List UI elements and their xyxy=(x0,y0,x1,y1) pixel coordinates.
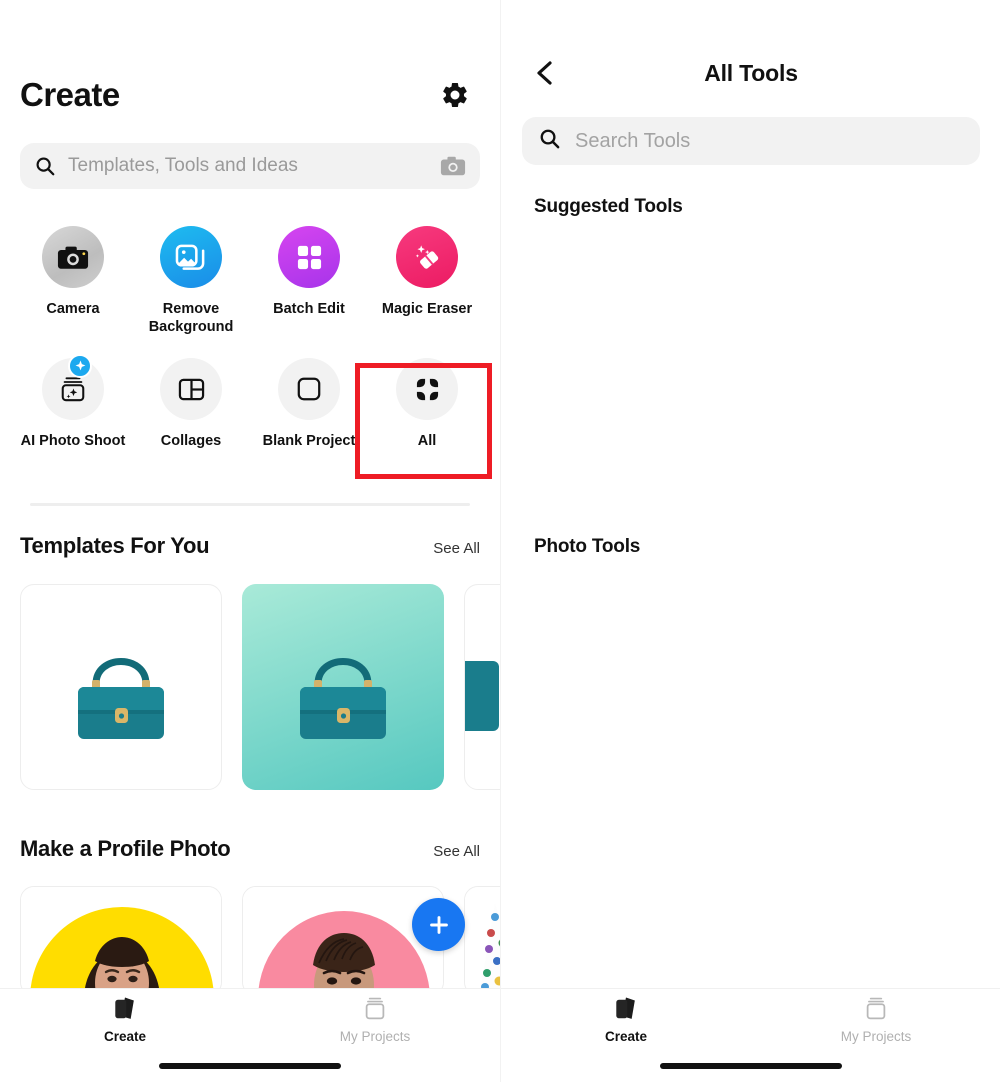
app-screen: Create Templates, Tools and Ideas Camera… xyxy=(0,0,1000,1082)
camera-tool-icon xyxy=(42,226,104,288)
profile-portrait-yellow xyxy=(21,887,221,995)
ai-photo-shoot-icon xyxy=(42,354,104,420)
section-divider xyxy=(30,503,470,506)
tool-remove-background[interactable]: Remove Background xyxy=(132,226,250,336)
tool-camera[interactable]: Camera xyxy=(14,226,132,336)
section-title: Make a Profile Photo xyxy=(20,836,231,861)
section-title: Templates For You xyxy=(20,533,210,558)
search-icon xyxy=(538,127,561,155)
grid-four-squares-icon xyxy=(278,226,340,288)
projects-box-icon xyxy=(866,997,886,1020)
see-all-link[interactable]: See All xyxy=(433,843,480,860)
quick-tools-row-1: Camera Remove Background Batch Edit Magi… xyxy=(14,226,486,336)
nav-item-create[interactable]: Create xyxy=(501,989,751,1051)
nav-label: My Projects xyxy=(339,1029,411,1044)
photos-stack-icon xyxy=(160,226,222,288)
tool-blank-project[interactable]: Blank Project xyxy=(250,358,368,450)
handbag-art xyxy=(78,658,164,740)
tool-label: Camera xyxy=(46,301,100,317)
tool-label: Collages xyxy=(160,433,222,449)
nav-item-my-projects[interactable]: My Projects xyxy=(250,989,500,1051)
add-project-fab[interactable] xyxy=(412,898,465,951)
all-tools-panel: All Tools Search Tools Suggested Tools P… xyxy=(500,0,1000,1082)
plus-icon xyxy=(429,915,448,934)
eraser-sparkle-icon xyxy=(396,226,458,288)
home-indicator xyxy=(159,1063,341,1069)
tool-batch-edit[interactable]: Batch Edit xyxy=(250,226,368,336)
template-card[interactable] xyxy=(464,584,500,790)
nav-label: My Projects xyxy=(840,1029,912,1044)
profile-photo-card[interactable] xyxy=(20,886,222,996)
projects-box-icon xyxy=(365,997,385,1020)
photo-tools-title: Photo Tools xyxy=(534,536,641,557)
nav-label: Create xyxy=(604,1029,648,1044)
tool-label: Remove Background xyxy=(148,301,234,335)
tool-label: Magic Eraser xyxy=(381,301,473,317)
home-indicator xyxy=(660,1063,842,1069)
sparkle-badge-icon xyxy=(68,354,92,378)
cards-stack-icon xyxy=(115,997,134,1019)
profile-portrait-pink xyxy=(243,887,443,995)
panel-title: All Tools xyxy=(704,59,798,86)
tool-label: AI Photo Shoot xyxy=(20,433,126,449)
tools-search-input[interactable]: Search Tools xyxy=(522,117,980,165)
highlight-box-all xyxy=(355,363,492,479)
tool-label: Blank Project xyxy=(262,433,356,449)
search-placeholder: Search Tools xyxy=(575,129,691,152)
chevron-left-icon[interactable] xyxy=(534,60,558,86)
all-tools-header: All Tools xyxy=(501,48,1000,98)
search-icon xyxy=(34,155,56,177)
page-title: Create xyxy=(20,76,120,113)
handbag-art xyxy=(300,658,386,740)
handbag-art-partial xyxy=(465,661,499,731)
profile-photo-section-header: Make a Profile Photo See All xyxy=(20,836,480,862)
search-placeholder: Templates, Tools and Ideas xyxy=(68,155,298,176)
template-card[interactable] xyxy=(20,584,222,790)
confetti-art xyxy=(465,887,500,995)
bottom-nav-left: Create My Projects xyxy=(0,988,500,1082)
tool-label: Batch Edit xyxy=(273,301,345,317)
nav-item-create[interactable]: Create xyxy=(0,989,250,1051)
profile-photo-card[interactable] xyxy=(464,886,500,996)
collage-layout-icon xyxy=(160,358,222,420)
bottom-nav-right: Create My Projects xyxy=(501,988,1000,1082)
suggested-tools-title: Suggested Tools xyxy=(534,196,683,217)
nav-item-my-projects[interactable]: My Projects xyxy=(751,989,1000,1051)
tool-ai-photo-shoot[interactable]: AI Photo Shoot xyxy=(14,354,132,450)
templates-section-header: Templates For You See All xyxy=(20,533,480,559)
profile-photo-card[interactable] xyxy=(242,886,444,996)
nav-label: Create xyxy=(103,1029,147,1044)
see-all-link[interactable]: See All xyxy=(433,540,480,557)
camera-icon[interactable] xyxy=(440,155,466,177)
gear-icon[interactable] xyxy=(440,80,470,110)
search-input[interactable]: Templates, Tools and Ideas xyxy=(20,143,480,189)
create-header: Create xyxy=(20,70,480,120)
template-card[interactable] xyxy=(242,584,444,790)
tool-magic-eraser[interactable]: Magic Eraser xyxy=(368,226,486,336)
create-panel: Create Templates, Tools and Ideas Camera… xyxy=(0,0,500,1082)
tool-collages[interactable]: Collages xyxy=(132,358,250,450)
cards-stack-icon xyxy=(616,997,635,1019)
rounded-square-icon xyxy=(278,358,340,420)
templates-carousel[interactable] xyxy=(20,584,500,790)
